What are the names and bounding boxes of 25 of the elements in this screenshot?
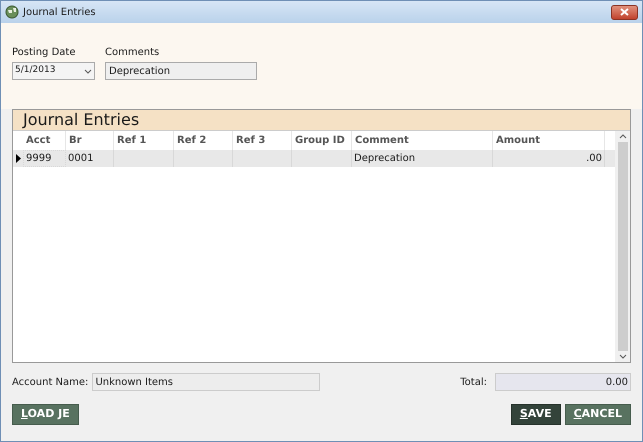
table-cell: 0001 (66, 150, 114, 167)
table-cell: 9999 (23, 150, 66, 167)
account-name-field: Unknown Items (92, 373, 320, 391)
scroll-down-icon[interactable] (618, 354, 626, 360)
field-label: Account Name: (12, 376, 88, 390)
scrollbar[interactable] (615, 131, 630, 362)
window-title: Journal Entries (23, 6, 96, 20)
action-button[interactable]: CANCEL (564, 404, 631, 425)
close-icon (620, 8, 629, 16)
action-button[interactable]: LOAD JE (12, 404, 79, 425)
close-button[interactable] (611, 4, 638, 20)
comments-field[interactable]: Deprecation (105, 62, 257, 80)
globe-icon (5, 5, 19, 19)
grid-title-bar: Journal Entries (13, 110, 630, 131)
field-label: Posting Date (12, 46, 76, 60)
scroll-up-icon[interactable] (618, 133, 626, 139)
table-cell: .00 (493, 150, 605, 167)
total-field: 0.00 (495, 373, 631, 391)
field-label: Total: (460, 376, 487, 390)
row-pointer-icon (16, 154, 20, 163)
action-button[interactable]: SAVE (510, 404, 561, 425)
table-cell: Deprecation (352, 150, 493, 167)
chevron-down-icon (84, 68, 92, 74)
date-dropdown[interactable]: 5/1/2013 (12, 62, 95, 80)
field-label: Comments (105, 46, 160, 60)
